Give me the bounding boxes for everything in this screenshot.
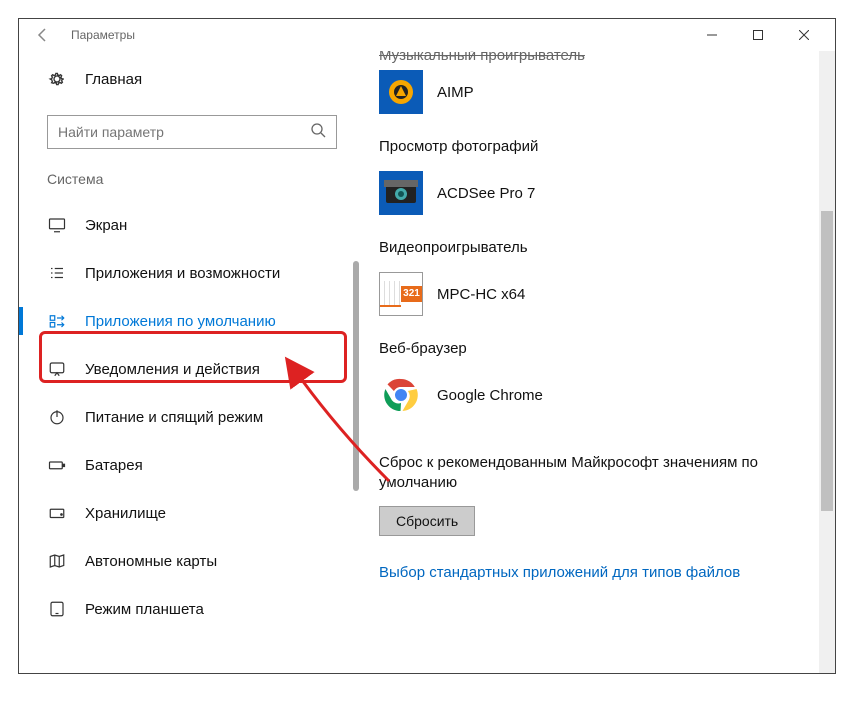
chrome-icon	[379, 373, 423, 417]
nav-label: Режим планшета	[85, 601, 204, 618]
nav-label: Автономные карты	[85, 553, 217, 570]
nav-label: Питание и спящий режим	[85, 409, 263, 426]
close-button[interactable]	[781, 19, 827, 51]
storage-icon	[47, 504, 67, 522]
reset-description: Сброс к рекомендованным Майкрософт значе…	[379, 453, 779, 494]
nav-list: Экран Приложения и возможности Приложени…	[47, 201, 359, 633]
app-name: AIMP	[437, 84, 474, 101]
section-title-photos: Просмотр фотографий	[379, 138, 825, 155]
main-scrollbar-thumb[interactable]	[821, 211, 833, 511]
nav-label: Экран	[85, 217, 127, 234]
group-label: Система	[47, 171, 359, 187]
sidebar: Главная Система Экран Приложения и возмо…	[19, 51, 359, 673]
gear-icon	[47, 70, 67, 88]
search-field[interactable]	[58, 124, 310, 140]
nav-label: Приложения по умолчанию	[85, 313, 276, 330]
map-icon	[47, 552, 67, 570]
app-name: MPC-HC x64	[437, 286, 525, 303]
arrow-left-icon	[35, 27, 51, 43]
app-name: Google Chrome	[437, 387, 543, 404]
home-label: Главная	[85, 71, 142, 88]
search-icon	[310, 122, 326, 143]
section-title-browser: Веб-браузер	[379, 340, 825, 357]
nav-label: Хранилище	[85, 505, 166, 522]
mpc-icon: 321	[379, 272, 423, 316]
search-input[interactable]	[47, 115, 337, 149]
section-title-video: Видеопроигрыватель	[379, 239, 825, 256]
settings-window: Параметры Главная Система	[18, 18, 836, 674]
acdsee-icon	[379, 171, 423, 215]
window-controls	[689, 19, 827, 51]
content-area: Главная Система Экран Приложения и возмо…	[19, 51, 835, 673]
nav-item-notifications[interactable]: Уведомления и действия	[47, 345, 359, 393]
nav-item-battery[interactable]: Батарея	[47, 441, 359, 489]
home-button[interactable]: Главная	[47, 59, 359, 99]
app-name: ACDSee Pro 7	[437, 185, 535, 202]
reset-button[interactable]: Сбросить	[379, 506, 475, 536]
file-types-link[interactable]: Выбор стандартных приложений для типов ф…	[379, 564, 825, 581]
nav-label: Уведомления и действия	[85, 361, 260, 378]
nav-item-display[interactable]: Экран	[47, 201, 359, 249]
app-row-music[interactable]: AIMP	[379, 64, 825, 120]
maximize-button[interactable]	[735, 19, 781, 51]
app-row-photos[interactable]: ACDSee Pro 7	[379, 165, 825, 221]
truncated-section-title: Музыкальный проигрыватель	[379, 51, 825, 64]
nav-item-default-apps[interactable]: Приложения по умолчанию	[47, 297, 359, 345]
back-button[interactable]	[27, 19, 59, 51]
nav-item-offline-maps[interactable]: Автономные карты	[47, 537, 359, 585]
main-scrollbar[interactable]	[819, 51, 835, 673]
app-row-video[interactable]: 321 MPC-HC x64	[379, 266, 825, 322]
nav-label: Батарея	[85, 457, 143, 474]
nav-item-tablet-mode[interactable]: Режим планшета	[47, 585, 359, 633]
tablet-icon	[47, 600, 67, 618]
app-row-browser[interactable]: Google Chrome	[379, 367, 825, 423]
default-apps-icon	[47, 312, 67, 330]
monitor-icon	[47, 216, 67, 234]
aimp-icon	[379, 70, 423, 114]
nav-item-power-sleep[interactable]: Питание и спящий режим	[47, 393, 359, 441]
titlebar: Параметры	[19, 19, 835, 51]
main-panel: Музыкальный проигрыватель AIMP Просмотр …	[359, 51, 835, 673]
notification-icon	[47, 360, 67, 378]
window-title: Параметры	[71, 28, 135, 42]
nav-label: Приложения и возможности	[85, 265, 280, 282]
list-icon	[47, 264, 67, 282]
battery-icon	[47, 456, 67, 474]
nav-item-apps-features[interactable]: Приложения и возможности	[47, 249, 359, 297]
nav-item-storage[interactable]: Хранилище	[47, 489, 359, 537]
power-icon	[47, 408, 67, 426]
minimize-button[interactable]	[689, 19, 735, 51]
